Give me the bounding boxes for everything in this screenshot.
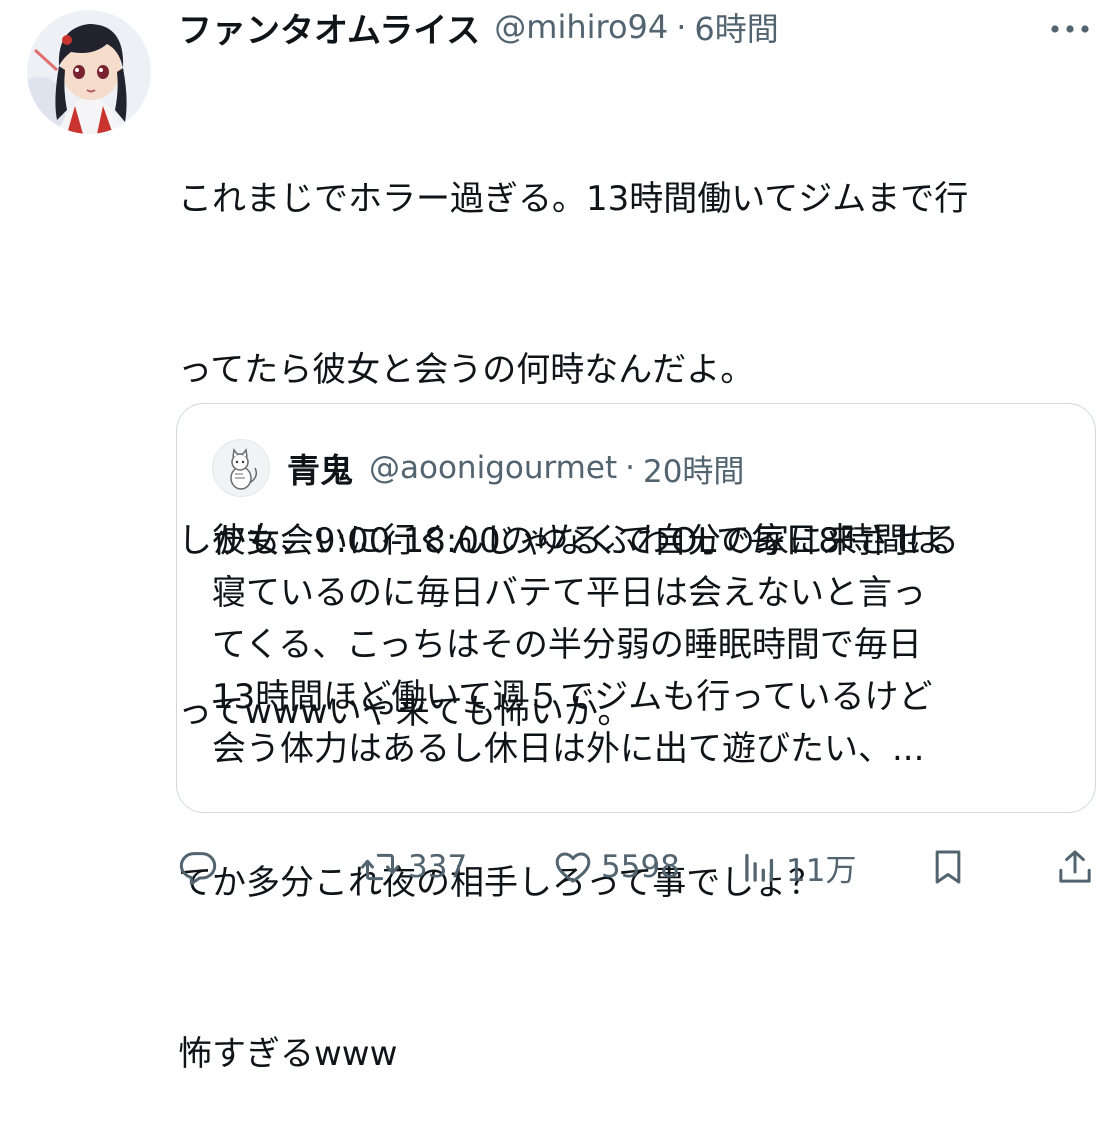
tweet-text-line: ってたら彼女と会うの何時なんだよ。 bbox=[178, 350, 755, 390]
share-button[interactable] bbox=[1055, 840, 1095, 894]
reply-icon bbox=[179, 852, 217, 886]
tweet-time[interactable]: 6時間 bbox=[694, 4, 778, 50]
retweet-icon bbox=[361, 853, 399, 881]
retweet-count: 337 bbox=[408, 849, 468, 885]
tweet-text-line: 怖すぎるwww bbox=[178, 1034, 398, 1074]
bookmark-button[interactable] bbox=[928, 840, 968, 894]
quoted-author-handle[interactable]: @aoonigourmet bbox=[369, 450, 617, 486]
quoted-tweet-header: 青鬼 @aoonigourmet · 20時間 bbox=[287, 444, 744, 492]
bookmark-icon bbox=[935, 850, 961, 884]
more-icon bbox=[1051, 25, 1089, 33]
quoted-text-line: てくる、こっちはその半分弱の睡眠時間で毎日 bbox=[212, 625, 922, 665]
like-button[interactable]: 5598 bbox=[553, 840, 680, 894]
meta-separator: · bbox=[625, 450, 635, 486]
meta-separator: · bbox=[676, 8, 687, 46]
cat-avatar-icon bbox=[230, 448, 258, 490]
share-icon bbox=[1059, 850, 1091, 883]
quoted-tweet-text: 彼女、9:00-18:00のゆるふわOLで毎日8時間は 寝ているのに毎日バテて平… bbox=[212, 515, 1072, 775]
reply-button[interactable] bbox=[178, 840, 218, 894]
quoted-text-line: 彼女、9:00-18:00のゆるふわOLで毎日8時間は bbox=[212, 521, 942, 561]
quoted-tweet-time[interactable]: 20時間 bbox=[643, 446, 744, 491]
more-options-button[interactable] bbox=[1047, 14, 1093, 44]
tweet-text-line: これまじでホラー過ぎる。13時間働いてジムまで行 bbox=[178, 179, 969, 219]
tweet-action-bar: 337 5598 11万 bbox=[0, 840, 1103, 894]
quoted-tweet-card[interactable]: 青鬼 @aoonigourmet · 20時間 彼女、9:00-18:00のゆる… bbox=[176, 403, 1096, 813]
views-icon bbox=[745, 853, 774, 882]
heart-icon bbox=[555, 852, 591, 883]
author-avatar[interactable] bbox=[27, 10, 151, 134]
quoted-text-line: 寝ているのに毎日バテて平日は会えないと言っ bbox=[212, 573, 926, 613]
quoted-author-avatar[interactable] bbox=[212, 439, 270, 497]
views-button[interactable]: 11万 bbox=[742, 840, 856, 894]
like-count: 5598 bbox=[601, 849, 680, 885]
quoted-author-name[interactable]: 青鬼 bbox=[287, 444, 353, 492]
views-count: 11万 bbox=[786, 852, 857, 889]
tweet-header: ファンタオムライス @mihiro94 · 6時間 bbox=[178, 3, 779, 52]
author-handle[interactable]: @mihiro94 bbox=[494, 8, 668, 46]
author-name[interactable]: ファンタオムライス bbox=[178, 3, 480, 52]
avatar-image bbox=[27, 10, 151, 134]
quoted-text-line: 13時間ほど働いて週５でジムも行っているけど bbox=[212, 677, 933, 717]
quoted-text-line: 会う体力はあるし休日は外に出て遊びたい、... bbox=[212, 729, 925, 769]
retweet-button[interactable]: 337 bbox=[360, 840, 467, 894]
